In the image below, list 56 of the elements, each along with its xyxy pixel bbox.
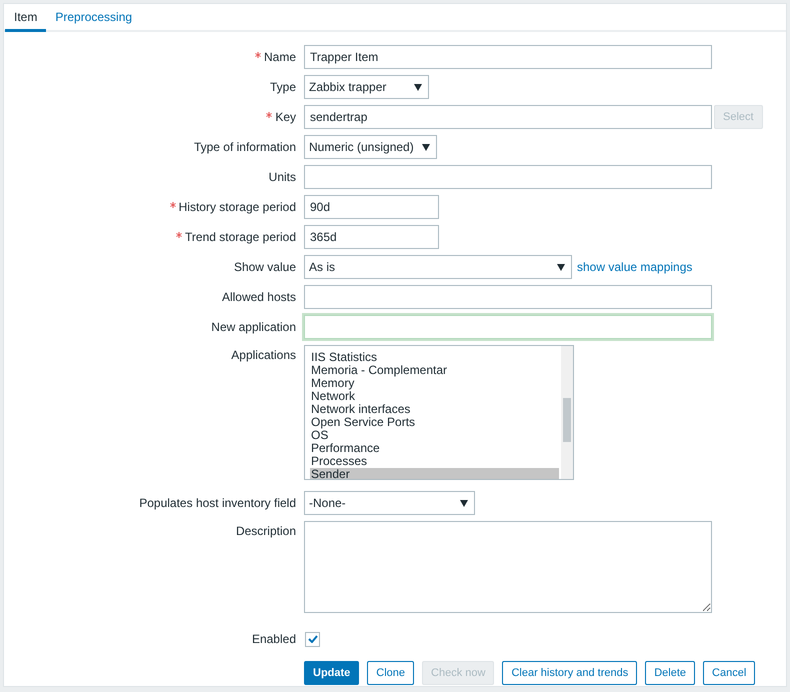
text-field[interactable]: Trapper Item bbox=[304, 45, 712, 69]
action-button[interactable]: Cancel bbox=[703, 661, 756, 685]
field-label: Applications bbox=[230, 347, 297, 364]
field-label: Enabled bbox=[250, 631, 297, 648]
action-button[interactable]: Update bbox=[304, 661, 360, 685]
text-field[interactable]: sendertrap bbox=[304, 105, 712, 129]
field-label: Populates host inventory field bbox=[138, 495, 297, 512]
list-option[interactable]: IIS Statistics bbox=[310, 351, 559, 364]
scrollbar[interactable] bbox=[561, 346, 573, 479]
list-option[interactable]: Network interfaces bbox=[310, 403, 559, 416]
dropdown[interactable]: Zabbix trapper bbox=[304, 75, 429, 99]
tab[interactable]: Preprocessing bbox=[46, 4, 142, 32]
text-field[interactable] bbox=[304, 285, 712, 309]
text-field[interactable]: 90d bbox=[304, 195, 439, 219]
list-option[interactable]: Memory bbox=[310, 377, 559, 390]
checkbox[interactable] bbox=[305, 632, 320, 646]
applications-listbox[interactable]: IIS Statistics Memoria - Complementar Memory Network Network interfaces Open Service Ports OS Performance Processes Sender bbox=[304, 345, 574, 480]
list-option[interactable]: Memoria - Complementar bbox=[310, 364, 559, 377]
list-option[interactable]: OS bbox=[310, 429, 559, 442]
description-field[interactable] bbox=[304, 521, 712, 613]
list-option[interactable]: Performance bbox=[310, 442, 559, 455]
required-icon bbox=[266, 112, 272, 118]
field-label: Type of information bbox=[192, 139, 297, 156]
dropdown[interactable]: -None- bbox=[304, 491, 475, 515]
caret-icon bbox=[414, 84, 422, 90]
dropdown[interactable]: As is bbox=[304, 255, 572, 279]
list-option[interactable]: Network bbox=[310, 390, 559, 403]
list-option[interactable]: Open Service Ports bbox=[310, 416, 559, 429]
list-option[interactable]: Processes bbox=[310, 455, 559, 468]
field-label: Units bbox=[268, 169, 297, 186]
text-field[interactable] bbox=[304, 315, 712, 339]
field-label: Description bbox=[234, 523, 297, 540]
field-label: History storage period bbox=[4, 195, 304, 219]
field-label: Name bbox=[4, 45, 304, 69]
show-value-mappings-link[interactable]: show value mappings bbox=[577, 260, 692, 274]
required-icon bbox=[254, 52, 261, 58]
text-field[interactable]: 365d bbox=[304, 225, 439, 249]
caret-icon bbox=[557, 264, 565, 270]
field-label: Key bbox=[4, 105, 304, 129]
required-icon bbox=[170, 202, 176, 208]
action-button[interactable]: Clear history and trends bbox=[502, 661, 638, 685]
field-label: Type bbox=[268, 79, 297, 96]
field-label: Allowed hosts bbox=[220, 289, 297, 306]
text-field[interactable] bbox=[304, 165, 712, 189]
action-button[interactable]: Delete bbox=[645, 661, 696, 685]
field-label: Trend storage period bbox=[4, 225, 304, 249]
list-option[interactable]: Sender bbox=[310, 468, 559, 479]
caret-icon bbox=[460, 500, 468, 506]
action-button[interactable]: Clone bbox=[367, 661, 414, 685]
checkmark-icon bbox=[308, 635, 318, 643]
dropdown[interactable]: Numeric (unsigned) bbox=[304, 135, 437, 159]
field-label: New application bbox=[210, 319, 297, 336]
caret-icon bbox=[422, 144, 430, 150]
required-icon bbox=[176, 232, 182, 238]
tab[interactable]: Item bbox=[5, 4, 46, 32]
field-label: Show value bbox=[232, 259, 297, 276]
